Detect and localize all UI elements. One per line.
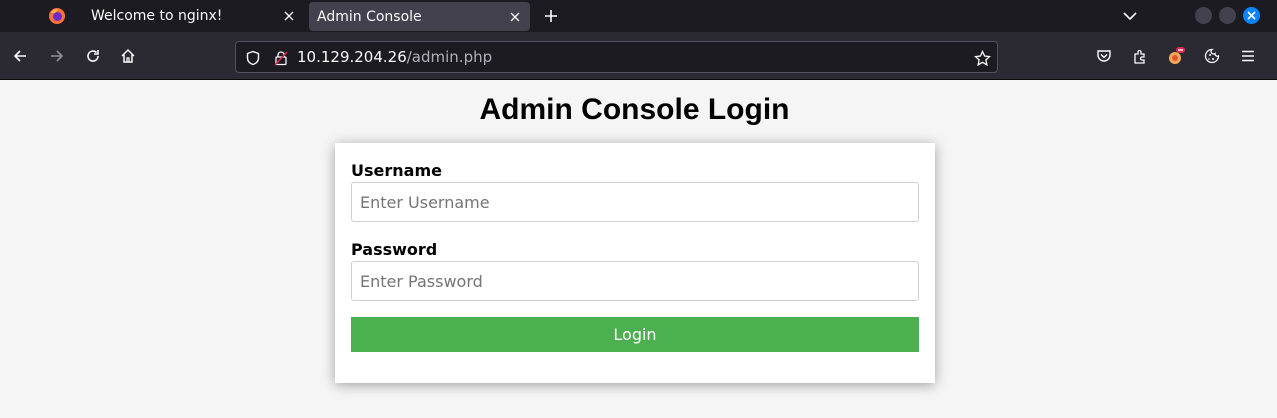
tab-strip: Welcome to nginx! Admin Console <box>0 0 1277 32</box>
hamburger-menu-icon[interactable] <box>1236 44 1260 68</box>
close-icon <box>1247 11 1256 20</box>
username-input[interactable] <box>351 182 919 222</box>
firefox-menu-icon[interactable] <box>38 2 76 30</box>
reload-icon[interactable] <box>81 44 105 68</box>
back-arrow-icon[interactable] <box>8 44 32 68</box>
window-close-button[interactable] <box>1243 7 1260 24</box>
url-host: 10.129.204.26 <box>297 48 407 66</box>
extension-badge-icon[interactable] <box>1164 44 1188 68</box>
extensions-icon[interactable] <box>1128 44 1152 68</box>
url-bar[interactable]: 10.129.204.26/admin.php <box>235 41 998 73</box>
maximize-button[interactable] <box>1219 7 1236 24</box>
login-button[interactable]: Login <box>351 317 919 352</box>
close-icon[interactable] <box>508 10 522 24</box>
page-title: Admin Console Login <box>479 93 790 126</box>
home-icon[interactable] <box>116 44 140 68</box>
shield-icon[interactable] <box>244 49 262 67</box>
insecure-lock-icon[interactable] <box>272 49 290 67</box>
bookmark-star-icon[interactable] <box>973 49 991 67</box>
forward-arrow-icon[interactable] <box>45 44 69 68</box>
password-label: Password <box>351 240 438 259</box>
tab-label: Welcome to nginx! <box>91 8 223 24</box>
cookie-icon[interactable] <box>1200 44 1224 68</box>
new-tab-plus-icon[interactable] <box>541 6 561 26</box>
minimize-button[interactable] <box>1195 7 1212 24</box>
navigation-toolbar: 10.129.204.26/admin.php <box>0 32 1277 80</box>
login-form: Username Password Login <box>335 143 935 383</box>
close-icon[interactable] <box>282 9 296 23</box>
password-input[interactable] <box>351 261 919 301</box>
page-content: Admin Console Login Username Password Lo… <box>0 81 1277 418</box>
tab-label: Admin Console <box>317 8 422 25</box>
chevron-down-icon[interactable] <box>1120 6 1140 26</box>
url-path: /admin.php <box>406 48 493 66</box>
username-label: Username <box>351 161 442 180</box>
url-text: 10.129.204.26/admin.php <box>297 48 492 66</box>
pocket-icon[interactable] <box>1092 44 1116 68</box>
tab-welcome-nginx[interactable]: Welcome to nginx! <box>80 0 304 32</box>
tab-admin-console[interactable]: Admin Console <box>309 2 530 31</box>
